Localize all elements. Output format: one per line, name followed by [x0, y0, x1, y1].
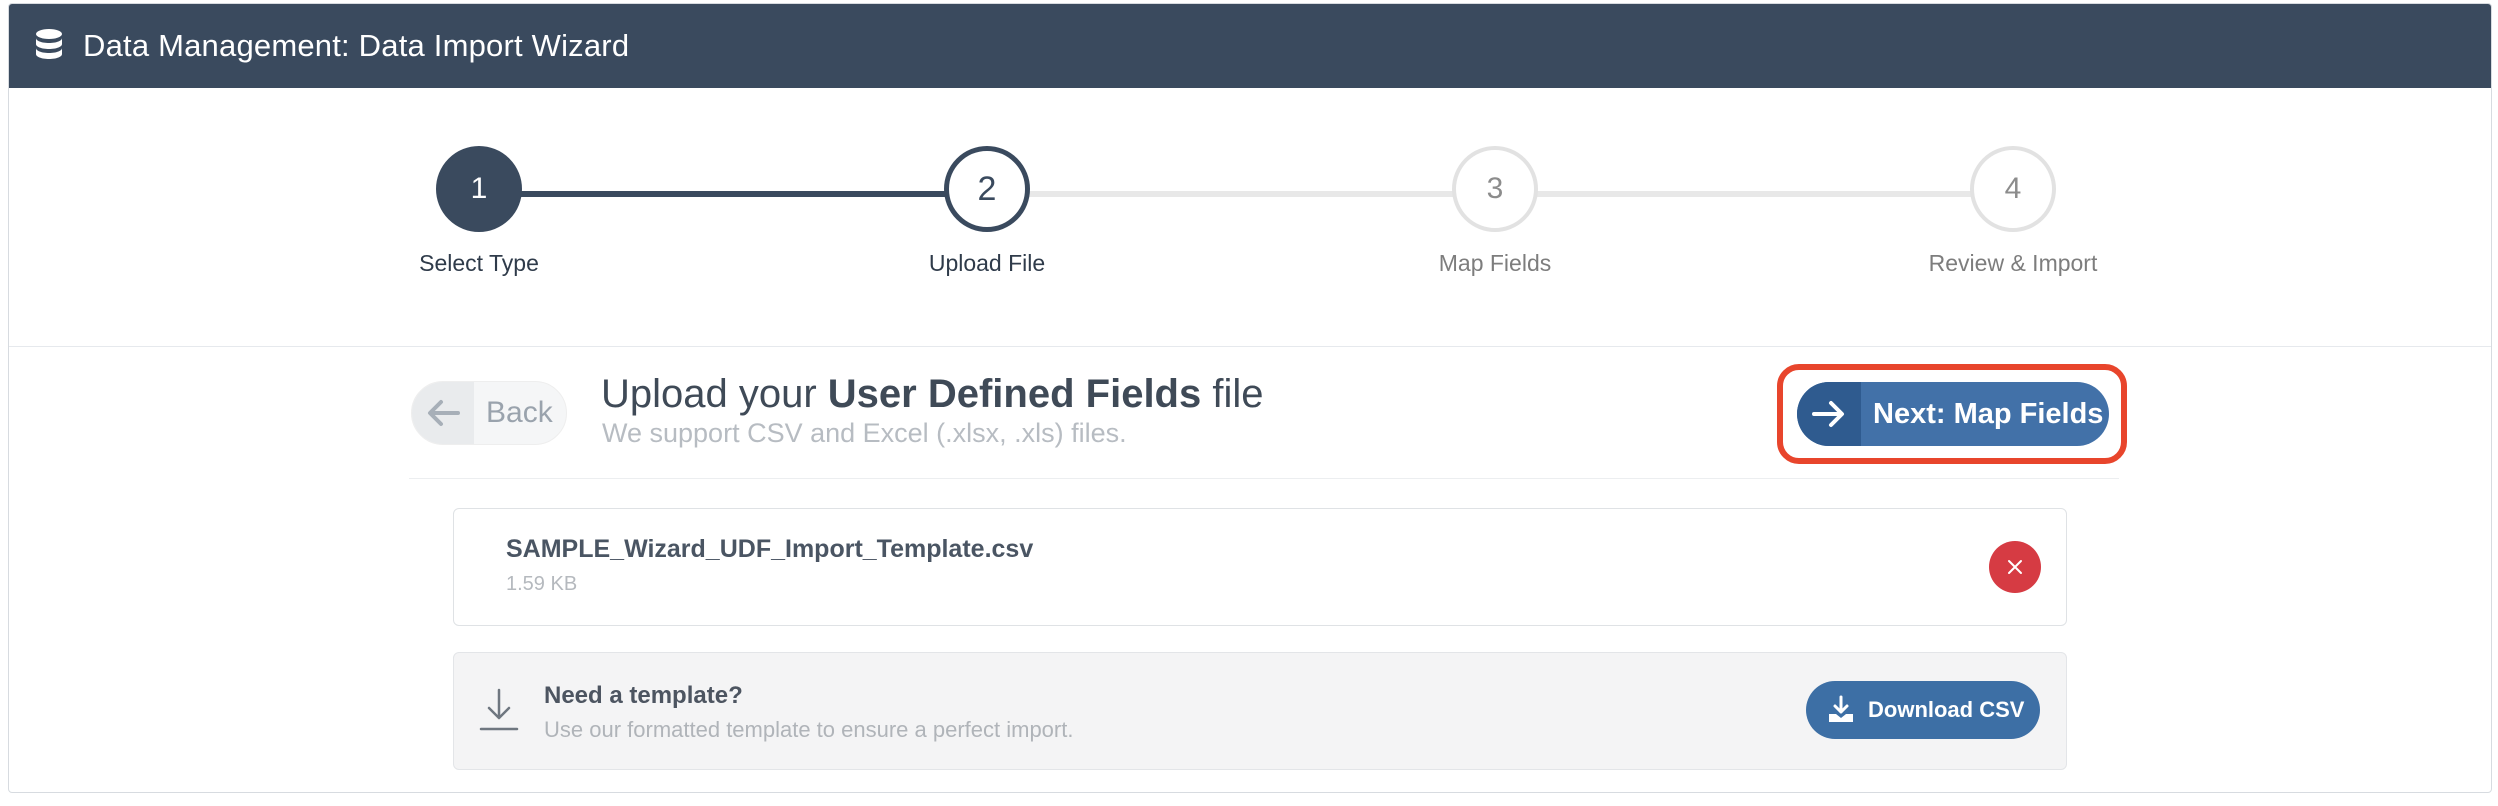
next-label: Next: Map Fields — [1873, 397, 2104, 430]
step-select-type[interactable]: 1 Select Type — [359, 146, 599, 277]
wizard-stepper: 1 Select Type 2 Upload File 3 Map Fields… — [9, 88, 2491, 347]
file-name: SAMPLE_Wizard_UDF_Import_Template.csv — [506, 535, 1034, 563]
title-bold: User Defined Fields — [827, 372, 1202, 416]
file-size: 1.59 KB — [506, 573, 578, 595]
page-subtitle: We support CSV and Excel (.xlsx, .xls) f… — [602, 418, 1127, 448]
step-upload-file[interactable]: 2 Upload File — [867, 146, 1107, 277]
step-2-label: Upload File — [928, 250, 1046, 276]
wizard-window: Data Management: Data Import Wizard 1 Se… — [8, 3, 2492, 793]
title-bar: Data Management: Data Import Wizard — [9, 4, 2491, 88]
step-3-label: Map Fields — [1438, 250, 1552, 276]
step-1-label: Select Type — [419, 250, 539, 276]
next-map-fields-button[interactable]: Next: Map Fields — [1797, 382, 2109, 446]
remove-file-button[interactable] — [1989, 541, 2041, 593]
step-map-fields[interactable]: 3 Map Fields — [1375, 146, 1615, 277]
step-review-import[interactable]: 4 Review & Import — [1893, 146, 2133, 277]
arrow-left-icon — [428, 400, 460, 426]
template-subtitle: Use our formatted template to ensure a p… — [544, 717, 1074, 742]
download-tray-icon — [1829, 695, 1853, 722]
download-csv-label: Download CSV — [1868, 697, 2025, 722]
step-1-circle: 1 — [436, 146, 522, 232]
step-2-circle: 2 — [944, 146, 1030, 232]
page-title: Upload your User Defined Fields file — [601, 372, 1263, 417]
window-title: Data Management: Data Import Wizard — [83, 28, 630, 63]
step-4-label: Review & Import — [1928, 250, 2098, 276]
template-card: Need a template? Use our formatted templ… — [453, 652, 2067, 770]
back-arrow-box — [412, 382, 474, 444]
back-button[interactable]: Back — [411, 381, 567, 445]
download-csv-button[interactable]: Download CSV — [1806, 681, 2040, 739]
step-4-circle: 4 — [1970, 146, 2056, 232]
database-icon — [36, 29, 62, 59]
download-icon — [479, 688, 519, 731]
arrow-right-icon — [1812, 401, 1844, 427]
step-3-circle: 3 — [1452, 146, 1538, 232]
close-icon — [2008, 560, 2022, 574]
next-arrow-box — [1797, 382, 1861, 446]
uploaded-file-card: SAMPLE_Wizard_UDF_Import_Template.csv 1.… — [453, 508, 2067, 626]
back-label: Back — [486, 396, 553, 429]
template-title: Need a template? — [544, 682, 743, 709]
title-suffix: file — [1201, 372, 1264, 416]
title-prefix: Upload your — [601, 372, 828, 416]
